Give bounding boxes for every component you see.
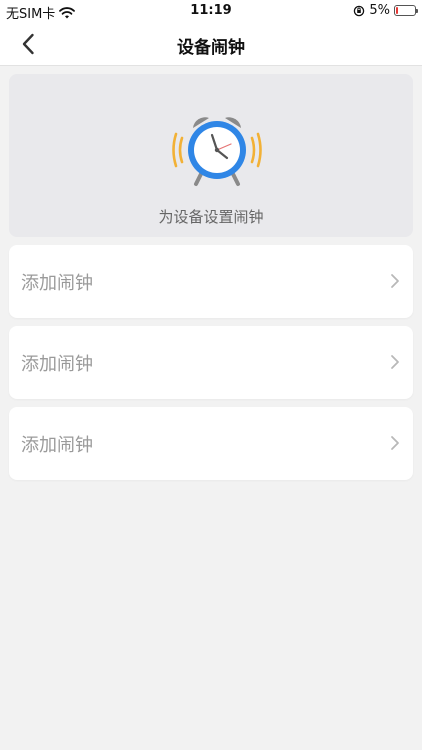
status-bar: 无SIM卡 11:19 5% <box>0 0 422 22</box>
hero-card: 为设备设置闹钟 <box>9 74 413 237</box>
add-alarm-label: 添加闹钟 <box>21 273 93 294</box>
battery-fill <box>396 7 398 14</box>
battery-percent: 5% <box>369 3 390 18</box>
chevron-right-icon <box>391 355 399 369</box>
chevron-right-icon <box>391 274 399 288</box>
add-alarm-item-2[interactable]: 添加闹钟 <box>9 326 413 399</box>
add-alarm-label: 添加闹钟 <box>21 435 93 456</box>
alarm-clock-icon <box>172 117 262 186</box>
nav-bar: 设备闹钟 <box>0 22 422 66</box>
add-alarm-label: 添加闹钟 <box>21 354 93 375</box>
add-alarm-item-1[interactable]: 添加闹钟 <box>9 245 413 318</box>
status-right: 5% <box>353 3 418 18</box>
hero-caption: 为设备设置闹钟 <box>158 208 264 226</box>
add-alarm-item-3[interactable]: 添加闹钟 <box>9 407 413 480</box>
orientation-lock-icon <box>354 5 365 16</box>
page-title: 设备闹钟 <box>177 38 245 58</box>
chevron-right-icon <box>391 436 399 450</box>
battery-icon <box>394 5 418 16</box>
